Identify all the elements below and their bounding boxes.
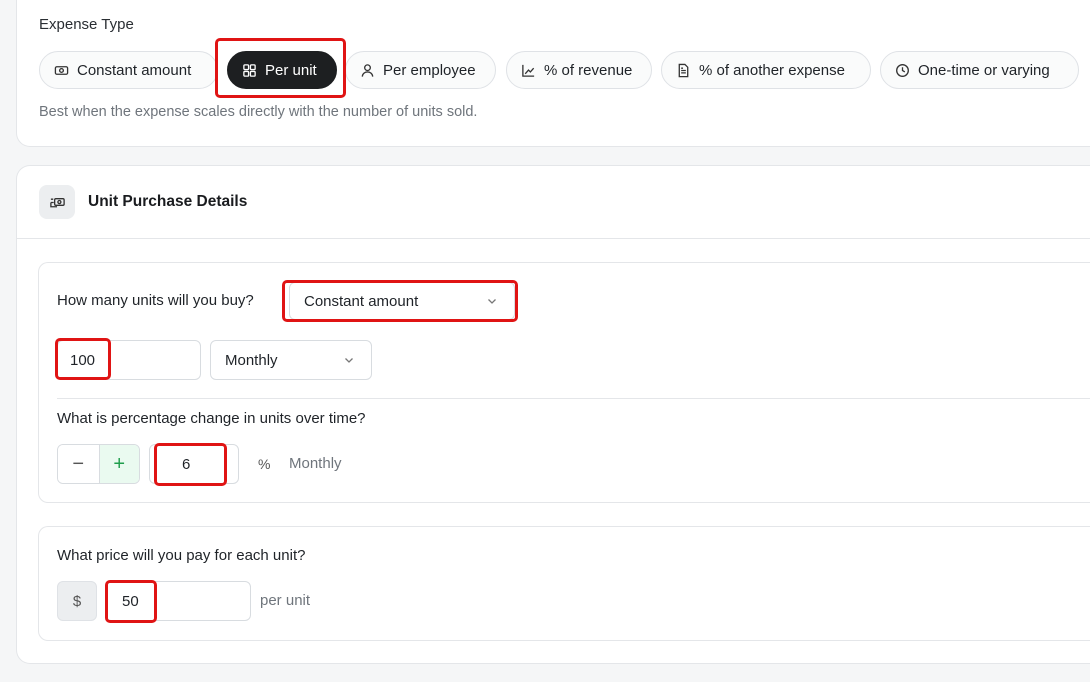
change-stepper: − + [57, 444, 140, 484]
units-frequency-select[interactable]: Monthly [210, 340, 372, 380]
percent-unit: % [258, 456, 271, 472]
chevron-down-icon [345, 358, 353, 363]
chip-per-employee[interactable]: Per employee [345, 51, 496, 89]
decrement-button[interactable]: − [58, 445, 99, 483]
expense-type-card: Expense Type Constant amount Per unit Pe… [16, 0, 1090, 147]
expense-type-options: Constant amount Per unit Per employee % … [39, 51, 1089, 89]
unit-purchase-card: Unit Purchase Details How many units wil… [16, 165, 1090, 664]
chip-one-time-or-varying[interactable]: One-time or varying [880, 51, 1079, 89]
price-value-input[interactable] [105, 581, 251, 621]
cash-icon [54, 65, 69, 75]
units-value-input[interactable] [57, 340, 201, 380]
chip-label: One-time or varying [918, 61, 1050, 79]
expense-type-label: Expense Type [39, 16, 134, 33]
expense-type-hint: Best when the expense scales directly wi… [39, 104, 478, 120]
price-question: What price will you pay for each unit? [57, 547, 306, 564]
chip-label: % of another expense [699, 61, 845, 79]
chip-label: Per unit [265, 61, 317, 79]
chip-per-unit[interactable]: Per unit [227, 51, 337, 89]
chip-constant-amount[interactable]: Constant amount [39, 51, 218, 89]
price-suffix: per unit [260, 592, 311, 609]
units-mode-select[interactable]: Constant amount [289, 282, 515, 320]
units-frequency-value: Monthly [225, 351, 278, 369]
units-section: How many units will you buy? Constant am… [38, 262, 1090, 503]
unit-purchase-header: Unit Purchase Details [17, 166, 1090, 239]
chip-percent-of-another-expense[interactable]: % of another expense [661, 51, 871, 89]
currency-prefix: $ [57, 581, 97, 621]
change-value-input[interactable] [149, 444, 239, 484]
person-icon [361, 63, 374, 77]
chip-label: Constant amount [77, 61, 192, 79]
unit-purchase-title: Unit Purchase Details [88, 193, 248, 210]
grid-icon [243, 63, 256, 77]
change-frequency: Monthly [289, 455, 342, 472]
chip-percent-of-revenue[interactable]: % of revenue [506, 51, 652, 89]
units-mode-value: Constant amount [304, 292, 419, 310]
chart-icon [522, 64, 535, 77]
chip-label: Per employee [383, 61, 476, 79]
units-question: How many units will you buy? [57, 292, 254, 309]
document-icon [678, 63, 689, 77]
chevron-down-icon [488, 299, 496, 304]
chip-label: % of revenue [544, 61, 633, 79]
clock-icon [896, 63, 909, 77]
divider [57, 398, 1090, 399]
price-section: What price will you pay for each unit? $… [38, 526, 1090, 641]
change-question: What is percentage change in units over … [57, 410, 366, 427]
increment-button[interactable]: + [98, 445, 139, 483]
hand-cash-icon [39, 185, 75, 219]
